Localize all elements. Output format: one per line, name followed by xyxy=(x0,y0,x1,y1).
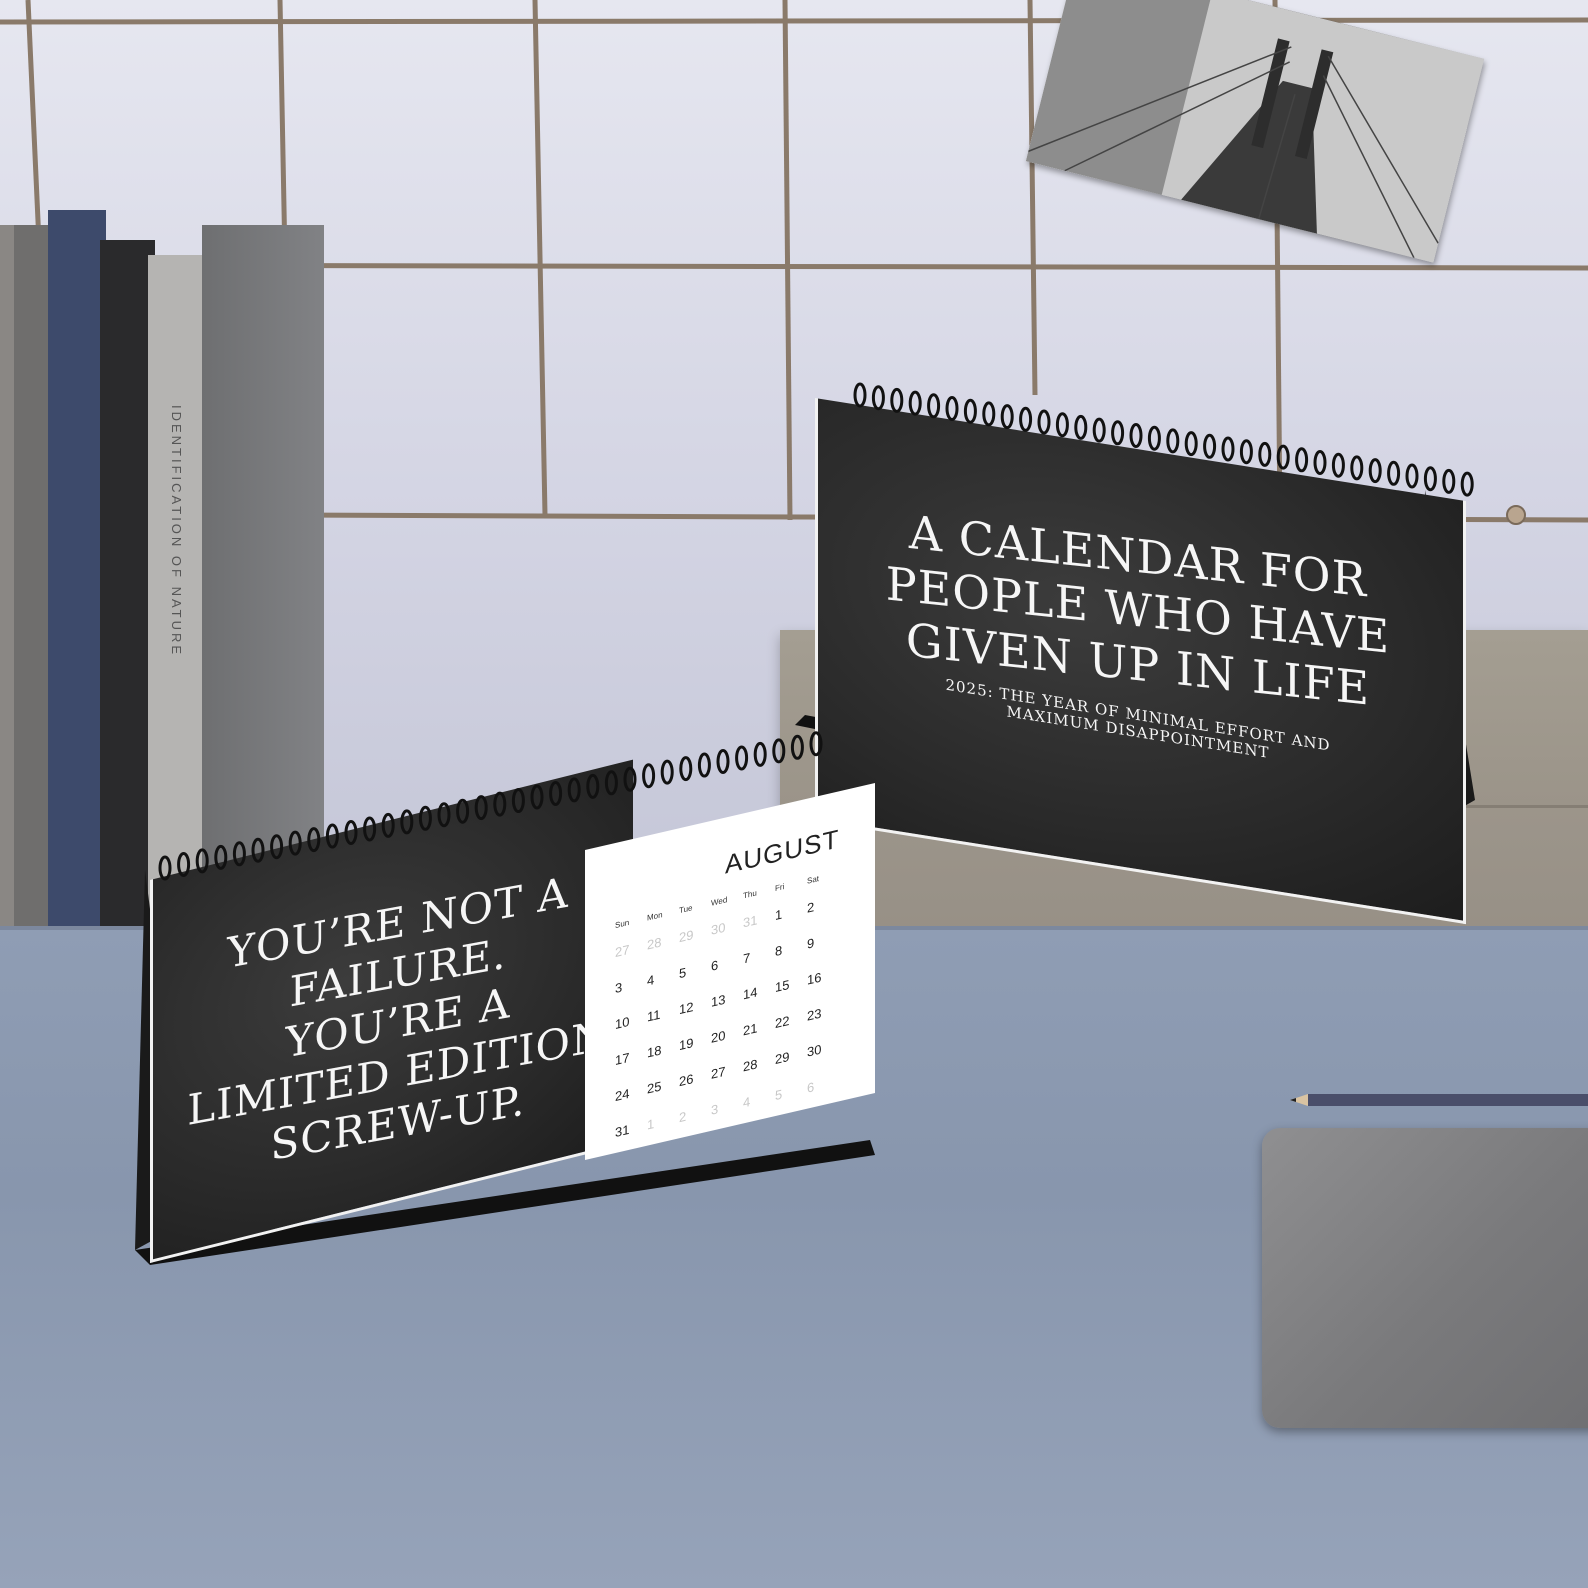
book-navy xyxy=(48,210,106,945)
calendar-day: 3 xyxy=(711,1101,719,1118)
calendar-day: 25 xyxy=(647,1078,662,1097)
weekday-label: Fri xyxy=(775,881,785,894)
calendar-day: 30 xyxy=(711,919,726,938)
calendar-day: 4 xyxy=(743,1093,751,1111)
calendar-day: 31 xyxy=(743,912,758,931)
calendar-day: 9 xyxy=(807,935,815,952)
weekday-label: Sat xyxy=(807,873,820,886)
weekday-label: Tue xyxy=(679,903,693,916)
calendar-day: 6 xyxy=(711,957,719,974)
calendar-day: 21 xyxy=(743,1020,758,1039)
calendar-day: 2 xyxy=(679,1108,687,1126)
calendar-day: 22 xyxy=(775,1012,790,1032)
book-spine-title: IDENTIFICATION OF NATURE xyxy=(169,405,184,658)
weekday-label: Thu xyxy=(743,888,757,901)
calendar-day: 6 xyxy=(807,1079,815,1096)
calendar-day: 14 xyxy=(743,984,758,1003)
calendar-day: 18 xyxy=(647,1042,662,1061)
laptop xyxy=(1262,1128,1588,1428)
weekday-label: Mon xyxy=(647,910,663,923)
calendar-day: 23 xyxy=(807,1005,822,1024)
quote-text: YOU’RE NOT A FAILURE. YOU’RE A LIMITED E… xyxy=(173,858,623,1189)
weekday-label: Sun xyxy=(615,917,630,931)
calendar-day: 29 xyxy=(775,1048,790,1068)
calendar-day: 2 xyxy=(807,899,815,916)
month-title: AUGUST xyxy=(725,823,840,880)
calendar-day: 8 xyxy=(775,942,783,960)
calendar-day: 24 xyxy=(615,1085,630,1105)
calendar-day: 30 xyxy=(807,1041,822,1060)
calendar-day: 13 xyxy=(711,991,726,1010)
calendar-day: 16 xyxy=(807,969,822,988)
calendar-day: 26 xyxy=(679,1070,694,1090)
calendar-day: 4 xyxy=(647,972,655,989)
calendar-day: 17 xyxy=(615,1049,630,1069)
calendar-day: 11 xyxy=(647,1006,661,1025)
product-photo-scene: IDENTIFICATION OF NATURE A CALENDAR FOR … xyxy=(0,0,1588,1588)
calendar-day: 29 xyxy=(679,926,694,946)
calendar-day: 1 xyxy=(647,1116,655,1133)
calendar-day: 31 xyxy=(615,1121,630,1141)
calendar-day: 7 xyxy=(743,949,751,967)
calendar-day: 28 xyxy=(743,1056,758,1075)
calendar-day: 5 xyxy=(679,964,687,982)
calendar-day: 15 xyxy=(775,976,790,996)
calendar-day: 10 xyxy=(615,1013,630,1033)
calendar-day: 28 xyxy=(647,934,662,953)
calendar-day: 5 xyxy=(775,1086,783,1104)
pencil xyxy=(1290,1094,1588,1106)
calendar-day: 27 xyxy=(615,941,630,961)
calendar-day: 1 xyxy=(775,906,783,924)
calendar-day: 19 xyxy=(679,1034,694,1054)
weekday-label: Wed xyxy=(711,895,728,908)
calendar-day: 20 xyxy=(711,1027,726,1046)
calendar-day: 3 xyxy=(615,979,623,997)
calendar-day: 27 xyxy=(711,1063,726,1082)
calendar-day: 12 xyxy=(679,998,694,1018)
